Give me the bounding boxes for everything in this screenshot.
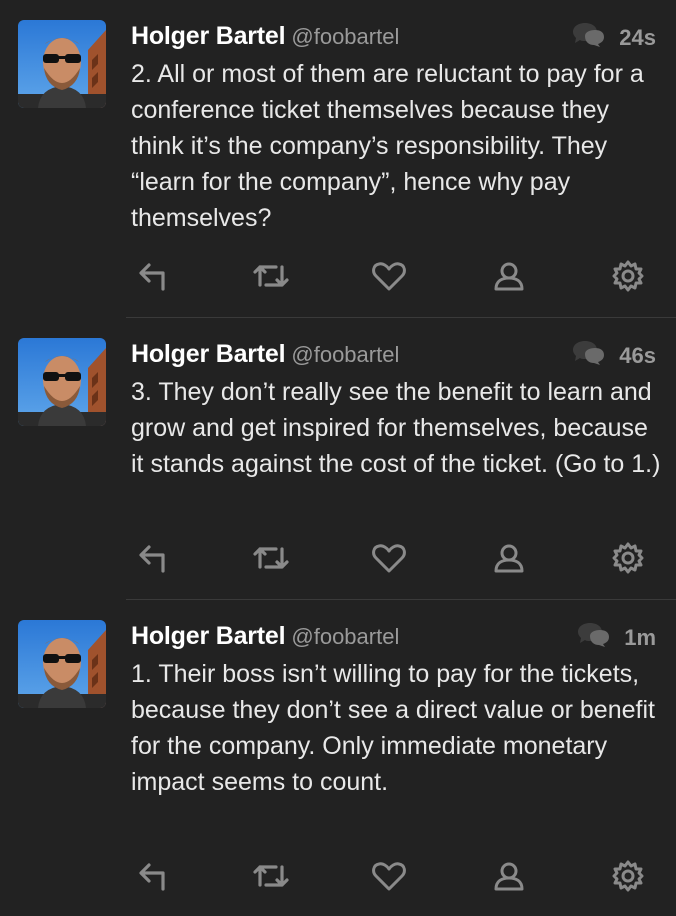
reply-button[interactable]: [133, 856, 173, 896]
profile-icon: [494, 862, 524, 891]
reply-button[interactable]: [133, 256, 173, 296]
like-icon: [372, 862, 406, 891]
like-icon: [372, 262, 406, 291]
avatar[interactable]: [18, 338, 106, 426]
like-icon: [372, 544, 406, 573]
conversation-icon[interactable]: [571, 340, 605, 371]
tweet-text: 2. All or most of them are reluctant to …: [131, 60, 644, 232]
like-button[interactable]: [369, 256, 409, 296]
reply-icon: [139, 263, 165, 291]
tweet-meta: 46s: [571, 340, 656, 371]
author-handle[interactable]: @foobartel: [291, 624, 399, 649]
settings-button[interactable]: [608, 538, 648, 578]
avatar[interactable]: [18, 620, 106, 708]
profile-button[interactable]: [489, 538, 529, 578]
tweet-actions: [0, 856, 676, 896]
author-handle[interactable]: @foobartel: [291, 342, 399, 367]
author-name[interactable]: Holger Bartel: [131, 622, 286, 650]
profile-button[interactable]: [489, 256, 529, 296]
retweet-button[interactable]: [251, 538, 291, 578]
like-button[interactable]: [369, 856, 409, 896]
author-handle[interactable]: @foobartel: [291, 24, 399, 49]
timestamp[interactable]: 24s: [619, 25, 656, 51]
reply-icon: [139, 545, 165, 573]
profile-icon: [494, 262, 524, 291]
tweet-text: 1. Their boss isn’t willing to pay for t…: [131, 660, 655, 796]
tweet-header: Holger Bartel @foobartel 24s: [131, 22, 656, 56]
avatar[interactable]: [18, 20, 106, 108]
tweet[interactable]: Holger Bartel @foobartel 46s 3. They don’…: [0, 318, 676, 600]
retweet-icon: [253, 547, 289, 569]
profile-button[interactable]: [489, 856, 529, 896]
tweet-header: Holger Bartel @foobartel 1m: [131, 622, 656, 656]
author-name[interactable]: Holger Bartel: [131, 340, 286, 368]
tweet-header: Holger Bartel @foobartel 46s: [131, 340, 656, 374]
profile-icon: [494, 544, 524, 573]
settings-button[interactable]: [608, 256, 648, 296]
timestamp[interactable]: 1m: [624, 625, 656, 651]
conversation-icon[interactable]: [576, 622, 610, 653]
reply-button[interactable]: [133, 538, 173, 578]
retweet-icon: [253, 265, 289, 287]
tweet[interactable]: Holger Bartel @foobartel 24s 2. All or mo…: [0, 0, 676, 318]
author-name[interactable]: Holger Bartel: [131, 22, 286, 50]
tweet[interactable]: Holger Bartel @foobartel 1m 1. Their boss…: [0, 600, 676, 916]
retweet-button[interactable]: [251, 856, 291, 896]
retweet-button[interactable]: [251, 256, 291, 296]
conversation-icon[interactable]: [571, 22, 605, 53]
gear-icon: [612, 260, 644, 292]
tweet-actions: [0, 538, 676, 578]
tweet-actions: [0, 256, 676, 296]
retweet-icon: [253, 865, 289, 887]
reply-icon: [139, 863, 165, 891]
tweet-meta: 24s: [571, 22, 656, 53]
gear-icon: [612, 860, 644, 892]
like-button[interactable]: [369, 538, 409, 578]
settings-button[interactable]: [608, 856, 648, 896]
gear-icon: [612, 542, 644, 574]
timestamp[interactable]: 46s: [619, 343, 656, 369]
tweet-text: 3. They don’t really see the benefit to …: [131, 378, 661, 478]
tweet-meta: 1m: [576, 622, 656, 653]
